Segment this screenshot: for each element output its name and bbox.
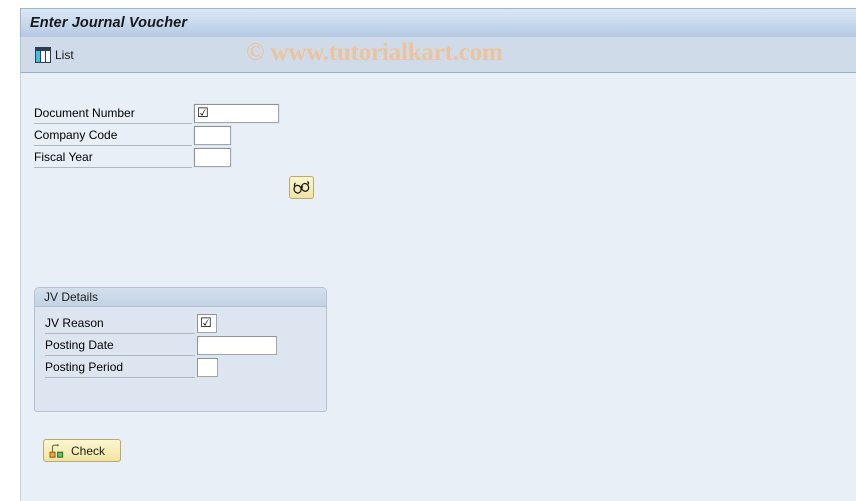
field-row-company-code: Company Code	[34, 125, 232, 146]
page-title: Enter Journal Voucher	[30, 15, 188, 31]
label-fiscal-year: Fiscal Year	[34, 148, 192, 168]
label-company-code: Company Code	[34, 126, 192, 146]
label-posting-period: Posting Period	[45, 358, 195, 378]
jv-details-group-box: JV Details JV Reason ☑ Posting Date Post…	[34, 287, 327, 412]
sap-application-window: Enter Journal Voucher List © www.tutoria…	[0, 0, 856, 501]
label-posting-date: Posting Date	[45, 336, 195, 356]
checkbox-glyph-icon: ☑	[197, 106, 209, 121]
input-jv-reason[interactable]: ☑	[196, 313, 218, 334]
check-nodes-icon	[49, 443, 64, 458]
screen-content-area: Document Number ☑ Company Code Fiscal Ye…	[20, 73, 856, 501]
input-posting-date[interactable]	[196, 335, 278, 356]
jv-details-group-title: JV Details	[44, 290, 99, 304]
check-button-label: Check	[71, 443, 106, 458]
check-button[interactable]: Check	[43, 439, 121, 462]
list-button[interactable]: List	[29, 41, 80, 69]
label-document-number: Document Number	[34, 104, 192, 124]
field-row-document-number: Document Number ☑	[34, 103, 280, 124]
jv-details-group-header: JV Details	[35, 288, 326, 307]
input-document-number[interactable]: ☑	[193, 103, 280, 124]
application-toolbar: List	[20, 37, 856, 73]
input-posting-period[interactable]	[196, 357, 219, 378]
label-jv-reason: JV Reason	[45, 314, 195, 334]
list-grid-icon	[35, 46, 51, 63]
multiple-selection-button[interactable]	[289, 176, 314, 199]
input-fiscal-year[interactable]	[193, 147, 232, 168]
field-row-jv-reason: JV Reason ☑	[45, 313, 218, 334]
spectacles-icon	[293, 181, 310, 194]
field-row-fiscal-year: Fiscal Year	[34, 147, 232, 168]
field-row-posting-period: Posting Period	[45, 357, 219, 378]
input-company-code[interactable]	[193, 125, 232, 146]
window-title-bar: Enter Journal Voucher	[20, 8, 856, 37]
list-button-label: List	[55, 47, 74, 62]
field-row-posting-date: Posting Date	[45, 335, 278, 356]
checkbox-glyph-icon: ☑	[200, 316, 212, 331]
